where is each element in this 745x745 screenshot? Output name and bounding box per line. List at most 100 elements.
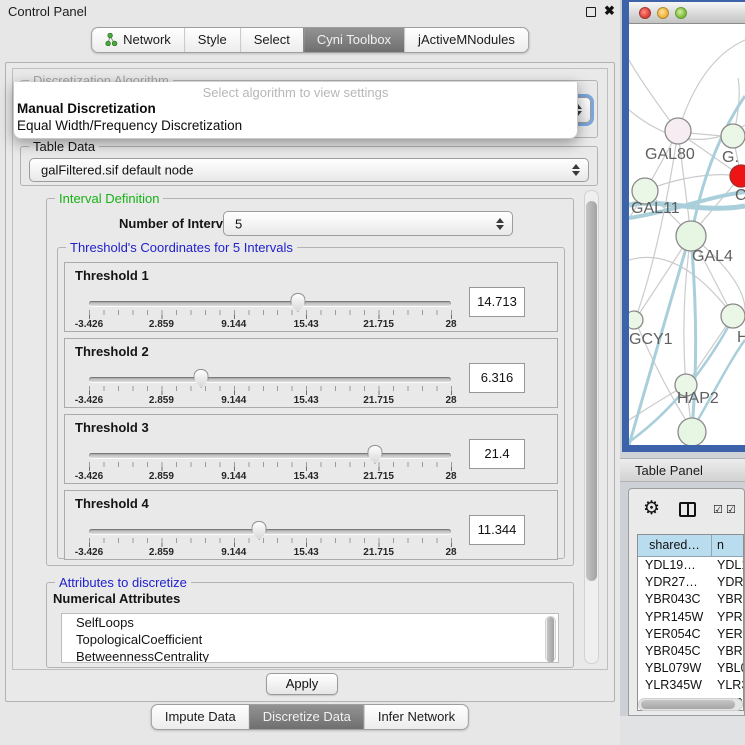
tick-label: 21.715 [363,547,394,558]
apply-button[interactable]: Apply [266,673,338,695]
table-row[interactable]: YLR345WYLR3 [638,677,743,694]
table-data-group: Table Data galFiltered.sif default node [20,146,598,186]
node-top-right[interactable] [721,124,745,148]
tab-discretize-data[interactable]: Discretize Data [249,705,364,729]
tick-label: 2.859 [149,319,174,330]
close-traffic-light-icon[interactable] [639,7,651,19]
node-red-selected[interactable] [730,165,745,187]
tick-label: 15.43 [294,319,319,330]
table-data-value: galFiltered.sif default node [41,163,193,178]
table-row[interactable]: YER054CYER0 [638,626,743,643]
list-scrollbar[interactable] [545,616,556,662]
node-gcy1[interactable] [629,311,643,329]
group-title: Interval Definition [55,191,163,206]
float-window-icon[interactable] [586,7,596,17]
network-window-titlebar[interactable] [629,2,745,24]
list-item[interactable]: SelfLoops [62,614,558,631]
tick-label: 28 [445,395,456,406]
table-row[interactable]: YBL079WYBL0 [638,660,743,677]
list-scrollbar-thumb[interactable] [547,617,554,663]
tick-label: -3.426 [75,471,103,482]
group-title: Threshold's Coordinates for 5 Intervals [66,240,297,255]
node-gal4[interactable] [676,221,706,251]
network-canvas[interactable]: GAL80 G. C GAL11 GAL4 GCY1 H HAP2 [629,24,745,445]
threshold-value-field[interactable]: 14.713 [469,287,525,317]
threshold-slider-2[interactable]: -3.426 2.859 9.144 15.43 21.715 28 [89,369,451,407]
panel-title: Control Panel [8,4,87,19]
slider-track[interactable] [89,529,451,534]
tick-label: 15.43 [294,471,319,482]
num-intervals-combobox[interactable]: 5 [223,211,513,236]
node-gal80[interactable] [665,118,691,144]
threshold-panel-1: Threshold 1 -3.426 2.859 9.144 15.43 21.… [64,262,558,332]
tick-label: 28 [445,471,456,482]
tab-jactivemnodules[interactable]: jActiveMNodules [404,28,528,52]
column-header-name[interactable]: n [712,535,743,556]
column-header-shared-name[interactable]: shared… [638,535,712,556]
table-horizontal-scrollbar-thumb[interactable] [641,700,735,709]
threshold-slider-3[interactable]: -3.426 2.859 9.144 15.43 21.715 28 [89,445,451,483]
node-label: GAL4 [692,248,733,265]
table-panel-window: ⚙ ☑ ☑ shared… n YDL19…YDL1 YDR27…YDR2 YB… [628,488,745,716]
num-intervals-value: 5 [235,216,242,231]
table-row[interactable]: YPR145WYPR1 [638,609,743,626]
tick-label: 9.144 [221,471,246,482]
table-row[interactable]: YBR043CYBR0 [638,591,743,608]
top-tab-bar: Network Style Select Cyni Toolbox jActiv… [91,27,529,53]
slider-track[interactable] [89,377,451,382]
tick-label: 2.859 [149,547,174,558]
threshold-value-field[interactable]: 6.316 [469,363,525,393]
close-icon[interactable]: ✖ [604,3,615,19]
dropdown-option-manual[interactable]: Manual Discretization [17,101,574,116]
tab-select[interactable]: Select [240,28,303,52]
checkbox-icon[interactable]: ☑ [713,503,723,516]
table-row[interactable]: YDR27…YDR2 [638,574,743,591]
tick-label: 28 [445,319,456,330]
table-panel-titlebar: Table Panel [620,458,745,482]
threshold-label: Threshold 1 [75,268,149,283]
tab-infer-network[interactable]: Infer Network [364,705,468,729]
table-row[interactable]: YBR045CYBR0 [638,643,743,660]
threshold-slider-1[interactable]: -3.426 2.859 9.144 15.43 21.715 28 [89,293,451,331]
node-label: H [737,329,745,346]
tab-network[interactable]: Network [92,28,184,52]
tab-impute-data[interactable]: Impute Data [152,705,249,729]
list-item[interactable]: TopologicalCoefficient [62,631,558,648]
gear-icon[interactable]: ⚙ [643,497,660,520]
table-panel-title: Table Panel [635,463,703,478]
slider-track[interactable] [89,301,451,306]
threshold-slider-4[interactable]: -3.426 2.859 9.144 15.43 21.715 28 [89,521,451,559]
zoom-traffic-light-icon[interactable] [675,7,687,19]
network-view-window: GAL80 G. C GAL11 GAL4 GCY1 H HAP2 [622,0,745,452]
threshold-label: Threshold 2 [75,344,149,359]
algorithm-dropdown-popup: Select algorithm to view settings Manual… [13,82,578,139]
tab-style[interactable]: Style [184,28,240,52]
threshold-value-field[interactable]: 21.4 [469,439,525,469]
numerical-attributes-list[interactable]: SelfLoops TopologicalCoefficient Between… [61,613,559,663]
minimize-traffic-light-icon[interactable] [657,7,669,19]
node-right[interactable] [721,304,745,328]
slider-ticks [89,310,452,319]
tick-label: -3.426 [75,547,103,558]
panel-scrollbar-thumb[interactable] [586,201,597,581]
node-table: shared… n YDL19…YDL1 YDR27…YDR2 YBR043CY… [637,534,744,711]
table-row[interactable]: YDL19…YDL1 [638,557,743,574]
slider-track[interactable] [89,453,451,458]
checkbox-icon[interactable]: ☑ [726,503,736,516]
tick-label: -3.426 [75,319,103,330]
threshold-label: Threshold 3 [75,420,149,435]
table-data-combobox[interactable]: galFiltered.sif default node [29,158,589,182]
tab-cyni-toolbox[interactable]: Cyni Toolbox [303,28,404,52]
node-bottom[interactable] [678,418,706,445]
table-horizontal-scrollbar[interactable] [638,698,743,711]
group-title: Attributes to discretize [55,575,191,590]
threshold-panel-2: Threshold 2 -3.426 2.859 9.144 15.43 21.… [64,338,558,408]
column-layout-icon[interactable] [679,502,696,517]
tick-label: 21.715 [363,319,394,330]
panel-scrollbar[interactable] [584,190,599,664]
dropdown-option-equal-width[interactable]: Equal Width/Frequency Discretization [17,118,574,133]
node-label: GAL80 [645,146,695,163]
network-graph: GAL80 G. C GAL11 GAL4 GCY1 H HAP2 [629,24,745,445]
list-item[interactable]: BetweennessCentrality [62,648,558,663]
threshold-value-field[interactable]: 11.344 [469,515,525,545]
